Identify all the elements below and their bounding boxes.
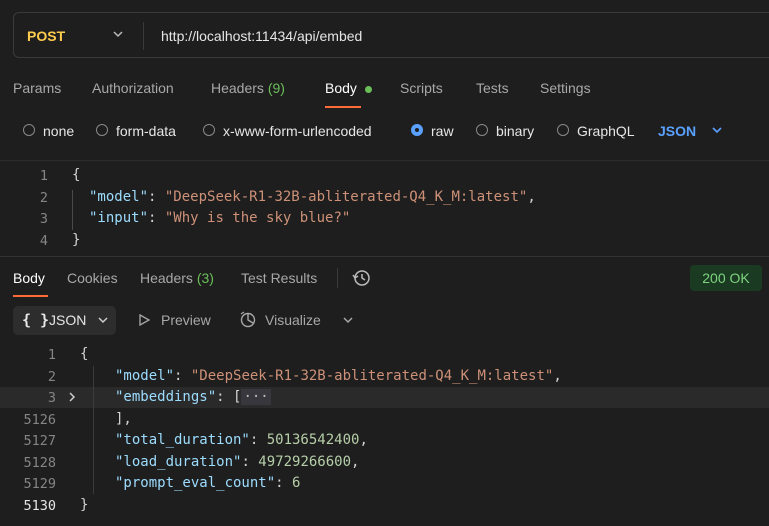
json-key: "model" xyxy=(89,189,149,205)
json-string: "Why is the sky blue?" xyxy=(164,210,351,226)
line-number: 2 xyxy=(47,369,56,385)
active-tab-indicator xyxy=(325,106,361,108)
indent-guide xyxy=(72,190,73,230)
preview-button[interactable]: Preview xyxy=(161,312,211,328)
play-icon[interactable] xyxy=(137,313,151,327)
radio-urlencoded[interactable] xyxy=(203,124,215,136)
radio-form-data[interactable] xyxy=(96,124,108,136)
chevron-down-icon xyxy=(98,317,108,324)
json-number: 50136542400 xyxy=(266,432,360,448)
body-modified-dot xyxy=(365,86,372,93)
resp-tab-headers-label: Headers xyxy=(140,270,193,286)
line-number: 5130 xyxy=(23,498,56,514)
chevron-down-icon[interactable] xyxy=(341,313,355,327)
radio-none-label[interactable]: none xyxy=(43,123,74,139)
json-number: 49729266600 xyxy=(258,454,352,470)
code-line-embeddings[interactable]: "embeddings": [··· xyxy=(115,389,271,405)
chevron-down-icon[interactable] xyxy=(110,26,126,42)
code-line-input: "input": "Why is the sky blue?" xyxy=(89,210,351,226)
resp-tab-headers[interactable]: Headers (3) xyxy=(140,270,214,286)
tab-headers[interactable]: Headers (9) xyxy=(211,80,285,96)
radio-binary[interactable] xyxy=(476,124,488,136)
active-tab-indicator xyxy=(13,295,48,297)
line-number: 3 xyxy=(39,211,48,227)
code-brace: } xyxy=(72,232,81,248)
radio-urlencoded-label[interactable]: x-www-form-urlencoded xyxy=(223,123,372,139)
radio-form-data-label[interactable]: form-data xyxy=(116,123,176,139)
history-icon[interactable] xyxy=(352,268,372,288)
json-key: "embeddings" xyxy=(115,389,217,405)
method-select[interactable]: POST xyxy=(27,28,65,44)
json-key: "input" xyxy=(89,210,149,226)
radio-graphql-label[interactable]: GraphQL xyxy=(577,123,635,139)
braces-icon: { } xyxy=(22,311,50,329)
line-number: 5129 xyxy=(23,476,56,492)
headers-count: (3) xyxy=(196,270,214,286)
status-badge: 200 OK xyxy=(690,265,762,291)
tab-params[interactable]: Params xyxy=(13,80,61,96)
radio-binary-label[interactable]: binary xyxy=(496,123,534,139)
pane-divider[interactable] xyxy=(0,256,769,257)
resp-tab-test-results[interactable]: Test Results xyxy=(241,270,317,286)
resp-tab-cookies[interactable]: Cookies xyxy=(67,270,118,286)
chevron-down-icon[interactable] xyxy=(710,123,724,137)
tab-settings[interactable]: Settings xyxy=(540,80,591,96)
tab-body[interactable]: Body xyxy=(325,80,357,96)
line-number: 4 xyxy=(39,233,48,249)
request-body-editor[interactable] xyxy=(0,160,769,253)
radio-raw[interactable] xyxy=(411,124,423,136)
json-key: "load_duration" xyxy=(115,454,242,470)
line-number: 2 xyxy=(39,190,48,206)
tab-authorization[interactable]: Authorization xyxy=(92,80,174,96)
line-number: 5127 xyxy=(23,433,56,449)
line-number: 1 xyxy=(39,168,48,184)
json-string: "DeepSeek-R1-32B-abliterated-Q4_K_M:late… xyxy=(190,368,554,384)
json-key: "model" xyxy=(115,368,175,384)
code-line-model: "model": "DeepSeek-R1-32B-abliterated-Q4… xyxy=(89,189,536,205)
url-divider xyxy=(143,22,144,50)
indent-guide xyxy=(93,366,94,494)
code-brace: { xyxy=(72,167,81,183)
response-format-label: JSON xyxy=(49,312,87,328)
tab-scripts[interactable]: Scripts xyxy=(400,80,443,96)
raw-format-select[interactable]: JSON xyxy=(658,123,696,139)
url-input[interactable]: http://localhost:11434/api/embed xyxy=(161,28,362,44)
radio-graphql[interactable] xyxy=(557,124,569,136)
tab-headers-label: Headers xyxy=(211,80,264,96)
line-number: 5126 xyxy=(23,412,56,428)
code-line-load-duration: "load_duration": 49729266600, xyxy=(115,454,360,470)
code-line-bracket-close: ], xyxy=(115,411,132,427)
headers-count: (9) xyxy=(267,80,285,96)
chevron-right-icon[interactable] xyxy=(66,391,78,403)
code-line-prompt-eval-count: "prompt_eval_count": 6 xyxy=(115,475,301,491)
json-number: 6 xyxy=(292,475,301,491)
line-number: 1 xyxy=(47,347,56,363)
radio-raw-label[interactable]: raw xyxy=(431,123,454,139)
line-number: 3 xyxy=(47,390,56,406)
line-number: 5128 xyxy=(23,455,56,471)
tab-tests[interactable]: Tests xyxy=(476,80,509,96)
resp-tab-body[interactable]: Body xyxy=(13,270,45,286)
code-brace: { xyxy=(80,346,89,362)
json-string: "DeepSeek-R1-32B-abliterated-Q4_K_M:late… xyxy=(164,189,528,205)
code-line-model: "model": "DeepSeek-R1-32B-abliterated-Q4… xyxy=(115,368,562,384)
code-brace: } xyxy=(80,497,89,513)
visualize-button[interactable]: Visualize xyxy=(265,312,321,328)
collapsed-ellipsis[interactable]: ··· xyxy=(241,389,271,405)
visualize-icon[interactable] xyxy=(239,311,257,329)
radio-none[interactable] xyxy=(23,124,35,136)
json-key: "prompt_eval_count" xyxy=(115,475,276,491)
json-key: "total_duration" xyxy=(115,432,250,448)
code-line-total-duration: "total_duration": 50136542400, xyxy=(115,432,368,448)
request-url-bar xyxy=(13,12,769,58)
divider xyxy=(337,268,338,288)
